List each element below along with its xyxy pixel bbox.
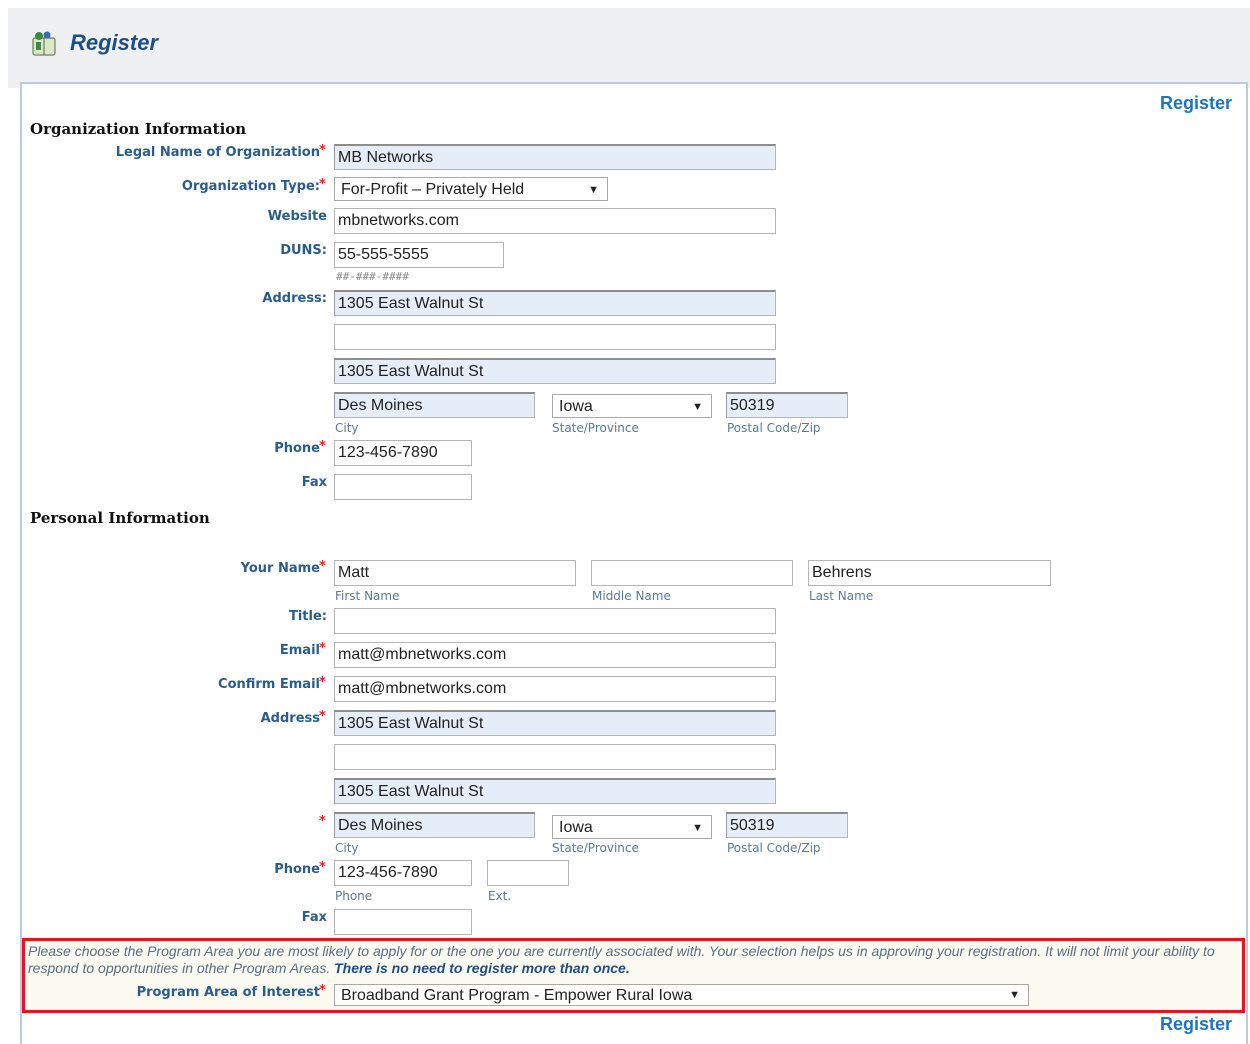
caret-down-icon: ▼ bbox=[1009, 989, 1020, 1001]
person-state-select[interactable]: Iowa ▼ bbox=[552, 815, 712, 839]
required-marker: * bbox=[319, 439, 326, 454]
person-address-line2[interactable] bbox=[334, 744, 776, 770]
program-area-value: Broadband Grant Program - Empower Rural … bbox=[341, 987, 693, 1004]
org-city-caption: City bbox=[335, 421, 359, 435]
org-state-select[interactable]: Iowa ▼ bbox=[552, 394, 712, 418]
website-input[interactable]: mbnetworks.com bbox=[334, 208, 776, 234]
required-marker: * bbox=[319, 709, 326, 724]
legal-name-input[interactable]: MB Networks bbox=[334, 144, 776, 170]
program-area-note-emphasis: There is no need to register more than o… bbox=[334, 960, 630, 976]
org-address-line1[interactable]: 1305 East Walnut St bbox=[334, 290, 776, 316]
register-link-top[interactable]: Register bbox=[1160, 93, 1232, 114]
required-marker: * bbox=[319, 177, 326, 192]
register-link-bottom[interactable]: Register bbox=[1160, 1014, 1232, 1035]
caret-down-icon: ▼ bbox=[692, 822, 703, 834]
org-phone-input[interactable]: 123-456-7890 bbox=[334, 440, 472, 466]
first-name-input[interactable]: Matt bbox=[334, 560, 576, 586]
person-phone-input[interactable]: 123-456-7890 bbox=[334, 860, 472, 886]
caret-down-icon: ▼ bbox=[692, 401, 703, 413]
email-label: Email bbox=[279, 643, 320, 658]
program-area-select[interactable]: Broadband Grant Program - Empower Rural … bbox=[334, 984, 1029, 1006]
first-name-caption: First Name bbox=[335, 589, 400, 603]
person-phone-label: Phone bbox=[274, 862, 320, 877]
middle-name-caption: Middle Name bbox=[592, 589, 671, 603]
title-label: Title: bbox=[288, 609, 327, 624]
confirm-email-label: Confirm Email bbox=[218, 677, 320, 692]
org-type-value: For-Profit – Privately Held bbox=[341, 181, 525, 198]
program-area-label: Program Area of Interest bbox=[136, 985, 320, 1000]
person-address-line1[interactable]: 1305 East Walnut St bbox=[334, 710, 776, 736]
duns-format-hint: ##-###-#### bbox=[336, 270, 409, 283]
person-city-input[interactable]: Des Moines bbox=[334, 812, 535, 838]
required-marker: * bbox=[319, 983, 326, 998]
program-area-note: Please choose the Program Area you are m… bbox=[28, 943, 1228, 977]
required-marker: * bbox=[319, 143, 326, 158]
person-city-caption: City bbox=[335, 841, 359, 855]
org-section-heading: Organization Information bbox=[30, 120, 247, 138]
person-section-heading: Personal Information bbox=[30, 509, 210, 527]
person-address-label: Address bbox=[260, 711, 320, 726]
duns-label: DUNS: bbox=[280, 243, 327, 258]
person-address-line3[interactable]: 1305 East Walnut St bbox=[334, 778, 776, 804]
org-zip-caption: Postal Code/Zip bbox=[727, 421, 821, 435]
person-phone-ext-input[interactable] bbox=[487, 860, 569, 886]
last-name-input[interactable]: Behrens bbox=[808, 560, 1051, 586]
person-fax-input[interactable] bbox=[334, 909, 472, 935]
title-input[interactable] bbox=[334, 608, 776, 634]
required-marker: * bbox=[319, 559, 326, 574]
person-zip-input[interactable]: 50319 bbox=[726, 812, 848, 838]
person-fax-label: Fax bbox=[301, 910, 327, 925]
page-title: Register bbox=[70, 30, 159, 55]
confirm-email-input[interactable]: matt@mbnetworks.com bbox=[334, 676, 776, 702]
caret-down-icon: ▼ bbox=[588, 184, 599, 196]
org-fax-input[interactable] bbox=[334, 474, 472, 500]
org-address-line2[interactable] bbox=[334, 324, 776, 350]
org-address-line3[interactable]: 1305 East Walnut St bbox=[334, 358, 776, 384]
required-marker: * bbox=[319, 641, 326, 656]
website-label: Website bbox=[267, 209, 327, 224]
required-marker: * bbox=[319, 675, 326, 690]
person-phone-caption: Phone bbox=[335, 889, 373, 903]
required-marker: * bbox=[319, 814, 326, 829]
last-name-caption: Last Name bbox=[809, 589, 874, 603]
org-phone-label: Phone bbox=[274, 441, 320, 456]
legal-name-label: Legal Name of Organization bbox=[115, 145, 320, 160]
org-state-caption: State/Province bbox=[552, 421, 639, 435]
org-fax-label: Fax bbox=[301, 475, 327, 490]
person-phone-ext-caption: Ext. bbox=[488, 889, 512, 903]
required-marker: * bbox=[319, 860, 326, 875]
person-state-value: Iowa bbox=[559, 819, 593, 836]
org-type-select[interactable]: For-Profit – Privately Held ▼ bbox=[334, 177, 608, 201]
duns-input[interactable]: 55-555-5555 bbox=[334, 242, 504, 268]
header-band bbox=[8, 8, 1250, 88]
email-input[interactable]: matt@mbnetworks.com bbox=[334, 642, 776, 668]
org-type-label: Organization Type: bbox=[181, 179, 320, 194]
org-zip-input[interactable]: 50319 bbox=[726, 392, 848, 418]
org-city-input[interactable]: Des Moines bbox=[334, 392, 535, 418]
register-book-icon bbox=[32, 31, 56, 56]
middle-name-input[interactable] bbox=[591, 560, 793, 586]
person-zip-caption: Postal Code/Zip bbox=[727, 841, 821, 855]
org-address-label: Address: bbox=[262, 291, 327, 306]
org-state-value: Iowa bbox=[559, 398, 593, 415]
your-name-label: Your Name bbox=[240, 561, 320, 576]
person-state-caption: State/Province bbox=[552, 841, 639, 855]
